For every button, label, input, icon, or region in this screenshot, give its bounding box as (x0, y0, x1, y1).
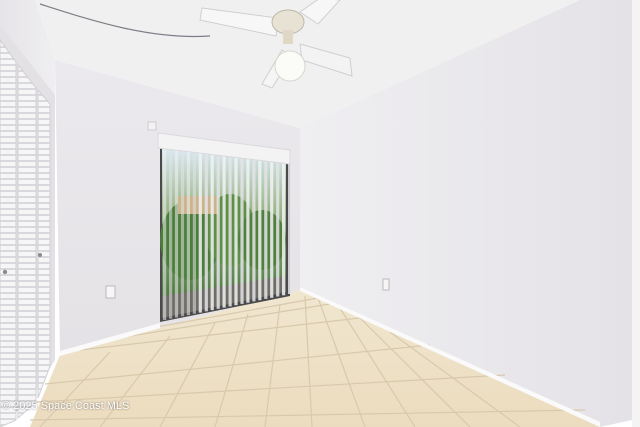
blind-slat (216, 153, 220, 309)
blind-slat (252, 157, 256, 302)
blind-slat (163, 147, 167, 320)
closet-knob-right (38, 253, 42, 257)
blind-slat (234, 155, 238, 306)
blind-slat (169, 147, 173, 319)
blind-slat (288, 162, 292, 294)
blind-slat (198, 151, 202, 313)
outlet-back-wall (105, 285, 116, 299)
outlet-right-wall (382, 278, 390, 291)
blind-slat (210, 152, 214, 311)
right-edge (632, 0, 640, 427)
blind-slat (180, 149, 185, 317)
thermostat (147, 121, 157, 131)
blind-slat (270, 159, 274, 298)
blind-slat (204, 152, 208, 312)
blind-slat (186, 149, 190, 316)
blind-slat (228, 154, 232, 307)
blind-slat (264, 159, 268, 299)
closet-knob-left (2, 269, 8, 275)
blind-slat (258, 158, 262, 301)
closet-doors (0, 25, 55, 427)
blind-slat (222, 154, 226, 308)
room-photo (0, 0, 640, 427)
blind-slat (276, 160, 280, 297)
blind-slat (282, 161, 286, 296)
blind-slat (246, 157, 250, 303)
watermark-text: © 2025 Space Coast MLS (2, 400, 130, 412)
fan-light-bulb (274, 50, 306, 82)
blind-slat (240, 156, 244, 304)
blind-slat (192, 150, 196, 314)
blind-slat (174, 148, 179, 318)
